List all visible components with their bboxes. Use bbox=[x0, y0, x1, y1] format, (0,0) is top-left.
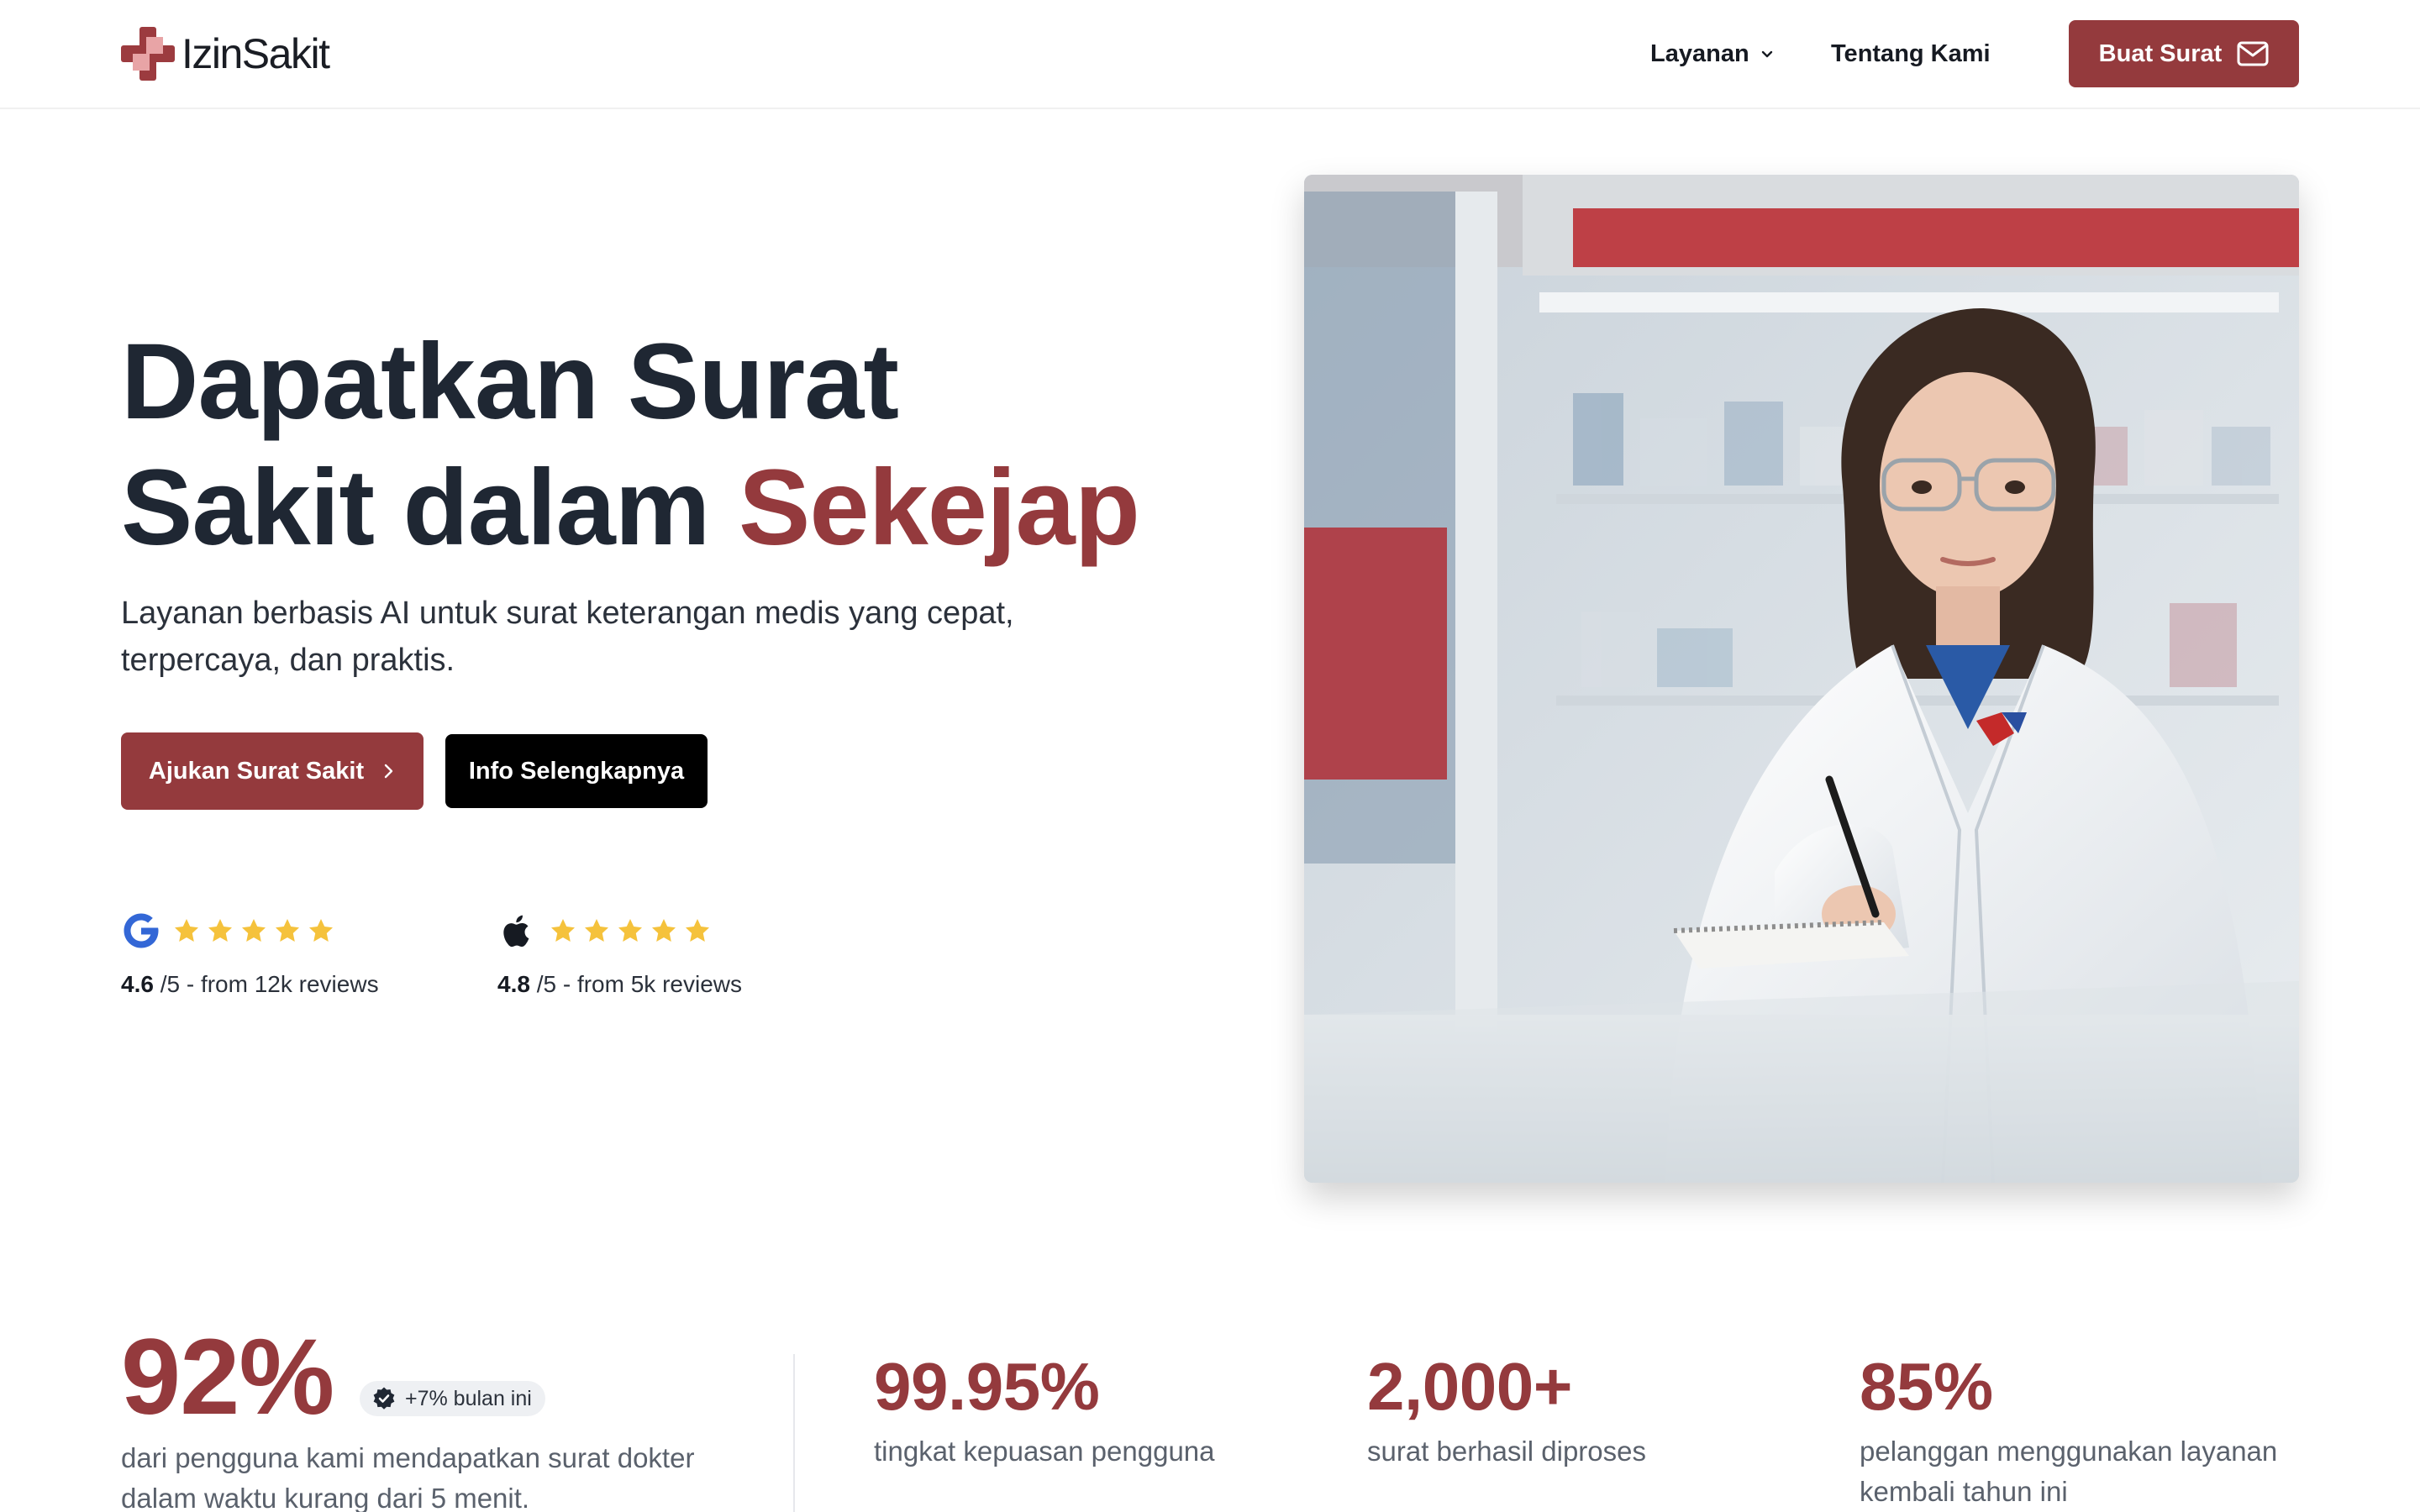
star-icon bbox=[618, 919, 642, 942]
star-icon bbox=[309, 919, 333, 942]
medical-cross-icon bbox=[121, 27, 175, 81]
star-icon bbox=[686, 919, 709, 942]
verified-badge-icon bbox=[373, 1387, 395, 1410]
apple-icon bbox=[503, 915, 529, 948]
stat-desc: pelanggan menggunakan layanan kembali ta… bbox=[1860, 1436, 2278, 1507]
stats-divider bbox=[793, 1354, 795, 1512]
ajukan-surat-sakit-button[interactable]: Ajukan Surat Sakit bbox=[121, 732, 424, 810]
hero-title: Dapatkan Surat Sakit dalam Sekejap bbox=[121, 319, 1213, 571]
apple-rating-text: 4.8 /5 - from 5k reviews bbox=[497, 971, 742, 998]
star-icon bbox=[175, 919, 198, 942]
hero-subtitle: Layanan berbasis AI untuk surat keterang… bbox=[121, 596, 1014, 678]
apple-rating: 4.8 /5 - from 5k reviews bbox=[497, 909, 742, 998]
google-icon bbox=[124, 913, 159, 948]
stat-returning: 85% pelanggan menggunakan layanan kembal… bbox=[1860, 1349, 2330, 1512]
star-icon bbox=[652, 919, 676, 942]
mail-icon bbox=[2237, 41, 2269, 66]
nav-layanan-dropdown[interactable]: Layanan bbox=[1650, 35, 1775, 72]
stat-main-badge: +7% bulan ini bbox=[360, 1381, 545, 1416]
chevron-down-icon bbox=[1761, 50, 1772, 58]
stat-value: 99.95% bbox=[874, 1349, 1100, 1424]
google-rating: 4.6 /5 - from 12k reviews bbox=[121, 909, 379, 998]
info-selengkapnya-button[interactable]: Info Selengkapnya bbox=[445, 734, 708, 808]
top-navbar: IzinSakit Layanan Tentang Kami Buat Sura… bbox=[0, 0, 2420, 109]
chevron-right-icon bbox=[384, 764, 393, 779]
stat-desc: tingkat kepuasan pengguna bbox=[874, 1436, 1215, 1467]
stat-main-value: 92% bbox=[121, 1317, 334, 1437]
stat-desc: surat berhasil diproses bbox=[1367, 1436, 1646, 1467]
star-icon bbox=[585, 919, 608, 942]
brand-name: IzinSakit bbox=[182, 30, 330, 77]
hero-title-line1: Dapatkan Surat bbox=[121, 322, 899, 442]
google-rating-text: 4.6 /5 - from 12k reviews bbox=[121, 971, 379, 998]
buat-surat-button[interactable]: Buat Surat bbox=[2069, 20, 2299, 87]
brand-logo[interactable]: IzinSakit bbox=[121, 27, 330, 81]
google-rating-suffix: /5 - from 12k reviews bbox=[153, 971, 379, 997]
star-icon bbox=[276, 919, 299, 942]
stat-main-desc: dari pengguna kami mendapatkan surat dok… bbox=[121, 1442, 695, 1512]
apple-score: 4.8 bbox=[497, 971, 530, 997]
apple-stars bbox=[550, 917, 711, 944]
stat-value: 2,000+ bbox=[1367, 1349, 1572, 1424]
google-stars bbox=[173, 917, 334, 944]
pharmacy-scene-illustration bbox=[1304, 175, 2299, 1183]
buat-surat-label: Buat Surat bbox=[2098, 39, 2223, 67]
star-icon bbox=[242, 919, 266, 942]
hero-title-accent: Sekejap bbox=[739, 448, 1140, 568]
apple-rating-suffix: /5 - from 5k reviews bbox=[529, 971, 742, 997]
stat-satisfaction: 99.95% tingkat kepuasan pengguna bbox=[874, 1349, 1344, 1472]
stat-processed: 2,000+ surat berhasil diproses bbox=[1367, 1349, 1838, 1472]
nav-layanan-label: Layanan bbox=[1650, 39, 1749, 67]
star-icon bbox=[551, 919, 575, 942]
ajukan-surat-sakit-label: Ajukan Surat Sakit bbox=[148, 757, 365, 785]
stat-main-badge-text: +7% bulan ini bbox=[405, 1386, 532, 1410]
nav-tentang-kami[interactable]: Tentang Kami bbox=[1831, 35, 1991, 72]
star-icon bbox=[208, 919, 232, 942]
hero-doctor-photo bbox=[1304, 175, 2299, 1183]
stat-value: 85% bbox=[1860, 1349, 1993, 1424]
hero-title-line2: Sakit dalam bbox=[121, 448, 739, 568]
google-score: 4.6 bbox=[121, 971, 154, 997]
